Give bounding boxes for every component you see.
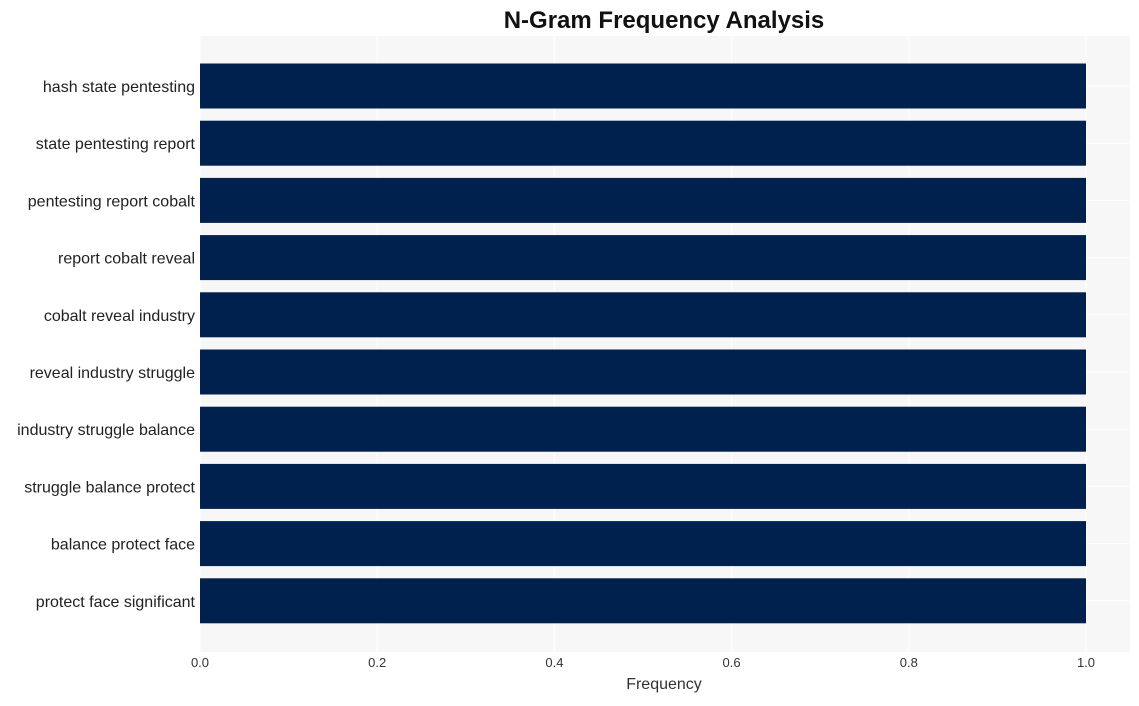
y-tick-label-9: protect face significant [36,594,196,611]
bar-3 [200,235,1086,281]
y-tick-label-4: cobalt reveal industry [44,308,195,325]
y-tick-labels: hash state pentesting state pentesting re… [17,79,195,611]
x-tick-label-3: 0.6 [723,655,741,670]
x-tick-label-2: 0.4 [545,655,563,670]
y-tick-label-3: report cobalt reveal [58,251,195,268]
y-tick-label-7: struggle balance protect [24,479,195,496]
bar-9 [200,578,1086,624]
y-tick-label-0: hash state pentesting [43,79,195,96]
y-tick-label-5: reveal industry struggle [30,365,196,382]
y-tick-label-2: pentesting report cobalt [28,193,196,210]
y-tick-label-1: state pentesting report [36,136,196,153]
bar-2 [200,177,1086,223]
ngram-frequency-chart: hash state pentesting state pentesting re… [17,7,1130,693]
x-tick-label-1: 0.2 [368,655,386,670]
bar-5 [200,349,1086,395]
chart-title: N-Gram Frequency Analysis [504,7,825,34]
bar-1 [200,120,1086,166]
x-axis-label: Frequency [626,676,702,693]
bar-7 [200,463,1086,509]
bar-8 [200,521,1086,567]
x-tick-labels: 0.0 0.2 0.4 0.6 0.8 1.0 [191,655,1095,670]
bar-6 [200,406,1086,452]
x-tick-label-4: 0.8 [900,655,918,670]
x-tick-label-5: 1.0 [1077,655,1095,670]
y-tick-label-6: industry struggle balance [17,422,195,439]
bar-4 [200,292,1086,338]
bar-0 [200,63,1086,109]
y-tick-label-8: balance protect face [51,537,195,554]
x-tick-label-0: 0.0 [191,655,209,670]
